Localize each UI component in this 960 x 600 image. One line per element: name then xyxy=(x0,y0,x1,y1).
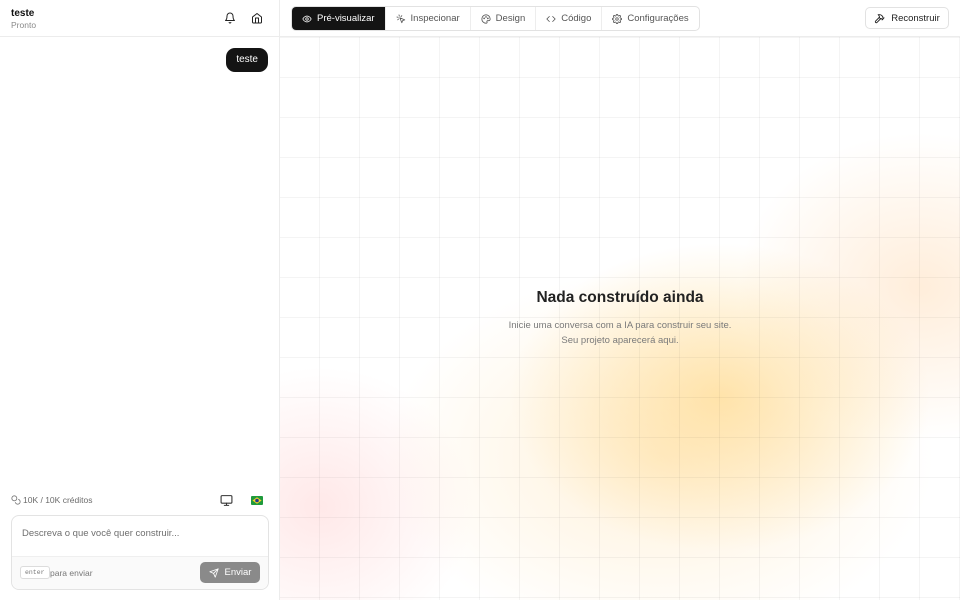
preview-toolbar: Pré-visualizar Inspecionar Design Código… xyxy=(280,0,960,37)
gear-icon xyxy=(612,13,623,24)
tab-label: Pré-visualizar xyxy=(317,13,375,24)
tab-label: Inspecionar xyxy=(410,13,460,24)
credits-row: 10K / 10K créditos xyxy=(11,494,269,508)
tab-label: Código xyxy=(561,13,592,24)
prompt-input[interactable] xyxy=(22,525,258,541)
tab-settings[interactable]: Configurações xyxy=(602,7,698,30)
enter-key-hint: enter xyxy=(20,566,50,579)
tab-code[interactable]: Código xyxy=(536,7,603,30)
composer-footer: enter para enviar Enviar xyxy=(12,556,268,589)
project-name: teste xyxy=(11,8,35,19)
empty-state-description: Inicie uma conversa com a IA para constr… xyxy=(508,320,732,346)
brazil-flag-icon[interactable] xyxy=(251,496,263,505)
user-message: teste xyxy=(226,48,268,72)
tab-inspect[interactable]: Inspecionar xyxy=(386,7,471,30)
project-status: Pronto xyxy=(11,20,37,30)
chat-panel: teste Pronto teste 10K / 10K créditos en… xyxy=(0,0,280,600)
tab-preview[interactable]: Pré-visualizar xyxy=(292,7,386,30)
tab-label: Design xyxy=(495,13,526,24)
tab-label: Configurações xyxy=(627,13,689,24)
empty-state-title: Nada construído ainda xyxy=(536,289,704,306)
pointer-sparkle-icon xyxy=(396,14,405,23)
view-tabs: Pré-visualizar Inspecionar Design Código… xyxy=(291,6,700,31)
coins-icon xyxy=(11,495,21,505)
tab-design[interactable]: Design xyxy=(471,7,537,30)
chat-header: teste Pronto xyxy=(0,0,279,37)
rebuild-button[interactable]: Reconstruir xyxy=(865,7,949,29)
send-hint-label: para enviar xyxy=(50,568,93,578)
hammer-icon xyxy=(875,13,885,23)
credits-text: 10K / 10K créditos xyxy=(23,495,93,505)
send-button-label: Enviar xyxy=(224,567,252,578)
monitor-icon[interactable] xyxy=(220,494,233,507)
message-composer: enter para enviar Enviar xyxy=(11,515,269,590)
code-icon xyxy=(546,15,556,22)
send-button[interactable]: Enviar xyxy=(200,562,260,583)
eye-icon xyxy=(302,15,312,22)
rebuild-button-label: Reconstruir xyxy=(891,12,940,24)
bell-icon[interactable] xyxy=(223,11,237,25)
preview-panel: Pré-visualizar Inspecionar Design Código… xyxy=(280,0,960,600)
send-icon xyxy=(208,567,219,578)
palette-icon xyxy=(481,13,491,24)
home-icon[interactable] xyxy=(250,11,264,25)
